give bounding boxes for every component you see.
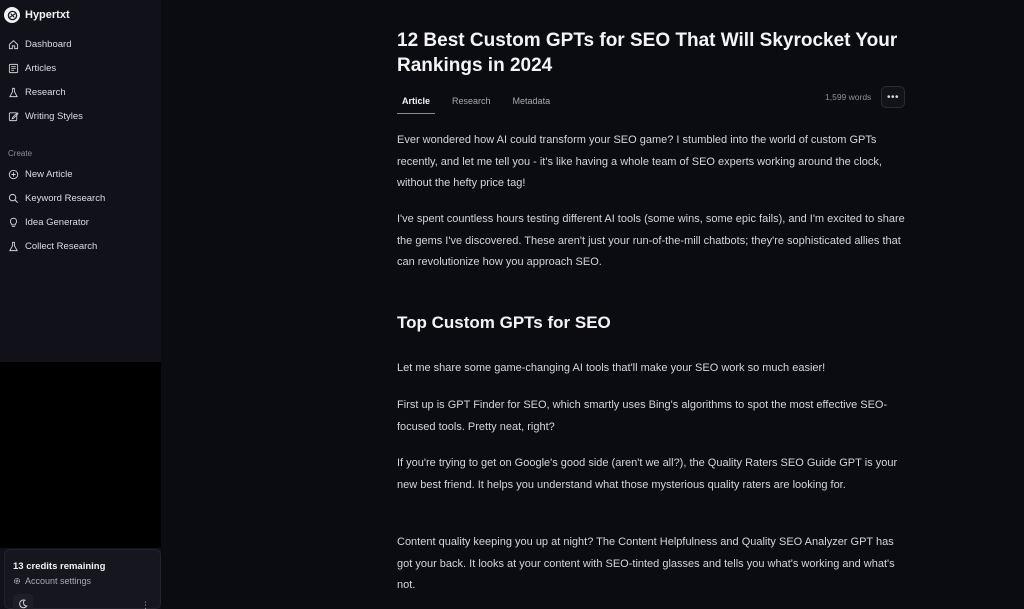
create-nav: New Article Keyword Research Idea Genera…	[8, 162, 158, 258]
sidebar-item-label: Keyword Research	[25, 192, 106, 204]
sidebar-item-articles[interactable]: Articles	[8, 56, 158, 80]
sidebar-item-label: Articles	[25, 62, 57, 74]
tab-metadata[interactable]: Metadata	[508, 92, 556, 114]
account-settings-label: Account settings	[25, 576, 92, 586]
more-horizontal-icon: •••	[886, 91, 899, 103]
plus-circle-icon	[8, 169, 19, 179]
sidebar-item-label: Research	[25, 86, 66, 98]
sidebar-item-label: Collect Research	[25, 240, 98, 252]
article-title[interactable]: 12 Best Custom GPTs for SEO That Will Sk…	[397, 28, 907, 78]
sidebar-item-research[interactable]: Research	[8, 80, 158, 104]
sidebar: Hypertxt Dashboard Articles Research Wri…	[0, 0, 161, 609]
article-paragraph[interactable]: Ever wondered how AI could transform you…	[397, 130, 907, 195]
theme-toggle-button[interactable]	[13, 594, 33, 609]
hypertxt-logo-icon	[4, 7, 20, 23]
flask-icon	[9, 241, 18, 251]
credits-card: 13 credits remaining Account settings ⋮	[4, 549, 161, 609]
article-paragraph[interactable]: I've spent countless hours testing diffe…	[397, 209, 907, 274]
sidebar-item-dashboard[interactable]: Dashboard	[8, 32, 158, 56]
account-settings-link[interactable]: Account settings	[13, 576, 91, 586]
sidebar-item-collect-research[interactable]: Collect Research	[8, 234, 158, 258]
app-window: Hypertxt Dashboard Articles Research Wri…	[0, 0, 1024, 609]
main-nav: Dashboard Articles Research Writing Styl…	[8, 32, 158, 128]
tab-article[interactable]: Article	[397, 92, 436, 114]
word-count: 1,599 words	[825, 92, 872, 102]
brand-name: Hypertxt	[25, 9, 70, 21]
sidebar-item-label: New Article	[25, 168, 73, 180]
tab-research[interactable]: Research	[447, 92, 496, 114]
articles-icon	[8, 63, 19, 73]
article-paragraph[interactable]: If you're trying to get on Google's good…	[397, 453, 907, 496]
article-paragraph[interactable]: Let me share some game-changing AI tools…	[397, 358, 907, 380]
home-icon	[8, 39, 19, 49]
credits-remaining: 13 credits remaining	[13, 561, 106, 572]
lightbulb-icon	[10, 217, 17, 227]
create-section-label: Create	[8, 148, 33, 158]
more-vertical-icon[interactable]: ⋮	[141, 600, 150, 609]
sidebar-item-label: Dashboard	[25, 38, 72, 50]
section-heading[interactable]: Top Custom GPTs for SEO	[397, 313, 611, 333]
moon-icon	[19, 599, 28, 609]
more-options-button[interactable]: •••	[881, 86, 905, 108]
sidebar-item-idea-generator[interactable]: Idea Generator	[8, 210, 158, 234]
create-section: Create	[8, 146, 158, 160]
article-tabs: Article Research Metadata	[397, 92, 567, 114]
edit-icon	[8, 111, 19, 121]
flask-icon	[9, 87, 18, 97]
sidebar-item-keyword-research[interactable]: Keyword Research	[8, 186, 158, 210]
article-paragraph[interactable]: First up is GPT Finder for SEO, which sm…	[397, 395, 907, 438]
gear-icon	[13, 577, 21, 585]
search-icon	[8, 193, 18, 203]
sidebar-item-writing-styles[interactable]: Writing Styles	[8, 104, 158, 128]
sidebar-item-label: Writing Styles	[25, 110, 83, 122]
sidebar-item-new-article[interactable]: New Article	[8, 162, 158, 186]
article-paragraph[interactable]: Content quality keeping you up at night?…	[397, 532, 907, 597]
main-content: 12 Best Custom GPTs for SEO That Will Sk…	[161, 0, 1024, 609]
brand[interactable]: Hypertxt	[4, 5, 70, 25]
sidebar-item-label: Idea Generator	[25, 216, 89, 228]
sidebar-empty-area	[0, 362, 161, 548]
